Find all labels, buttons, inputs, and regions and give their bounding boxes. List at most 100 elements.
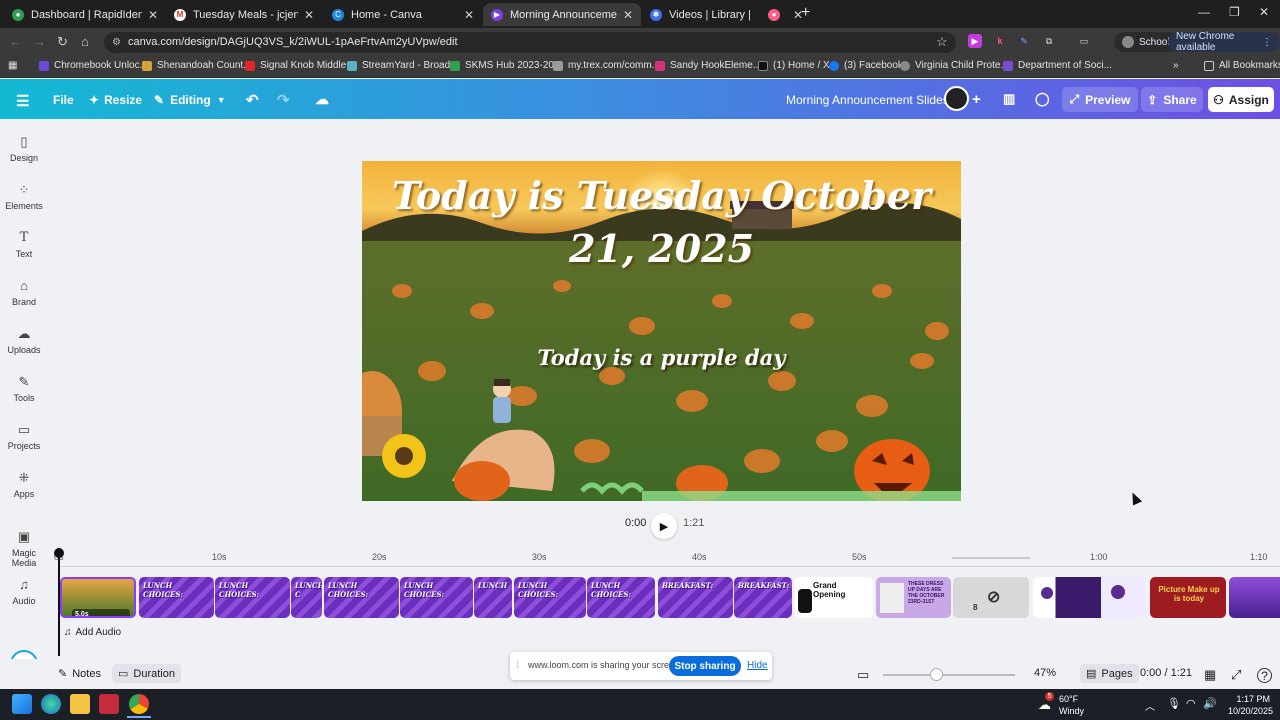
bookmark-item[interactable]: Shenandoah Count...: [142, 60, 252, 71]
volume-icon[interactable]: 🔊: [1203, 697, 1217, 710]
timeline-clip-9[interactable]: LUNCH CHOICES:: [587, 577, 655, 618]
side-item-audio[interactable]: ♫ Audio: [0, 578, 48, 607]
chrome-icon[interactable]: [129, 694, 149, 714]
close-tab-icon[interactable]: ✕: [464, 8, 474, 22]
resize-button[interactable]: ✦ Resize: [89, 93, 142, 107]
bookmark-item[interactable]: StreamYard - Broad...: [347, 60, 459, 71]
windows-start-icon[interactable]: [12, 694, 32, 714]
add-collaborator-icon[interactable]: +: [972, 91, 981, 108]
side-item-elements[interactable]: ⁘ Elements: [0, 183, 48, 212]
stop-sharing-button[interactable]: Stop sharing: [669, 656, 741, 676]
file-explorer-icon[interactable]: [70, 694, 90, 714]
home-icon[interactable]: ⌂: [81, 34, 89, 49]
menu-hamburger-icon[interactable]: ☰: [16, 92, 29, 110]
clock-time[interactable]: 1:17 PM: [1232, 694, 1270, 704]
bookmark-item[interactable]: Sandy HookEleme...: [655, 60, 761, 71]
timeline-clip-3[interactable]: LUNCH CHOICES:: [215, 577, 290, 618]
comments-icon[interactable]: ◯: [1035, 91, 1050, 107]
timeline-scroll-indicator[interactable]: [952, 557, 1030, 559]
tab-search-icon[interactable]: ▭: [1077, 34, 1091, 48]
maximize-icon[interactable]: ❐: [1229, 5, 1240, 19]
hide-banner-link[interactable]: Hide: [747, 660, 768, 671]
cloud-saved-icon[interactable]: ☁: [315, 91, 329, 108]
microphone-icon[interactable]: 🎙: [1167, 697, 1181, 710]
timeline-clip-12[interactable]: Grand Opening: [795, 577, 873, 618]
drag-handle-icon[interactable]: ⁞: [516, 660, 519, 671]
timeline-clip-11[interactable]: BREAKFAST:: [734, 577, 792, 618]
side-item-tools[interactable]: ✎ Tools: [0, 375, 48, 404]
slide-title[interactable]: Today is Tuesday October 21, 2025: [362, 169, 961, 275]
browser-tab-canva-home[interactable]: C Home - Canva ✕: [324, 3, 482, 26]
bookmark-item[interactable]: (1) Home / X: [758, 60, 830, 71]
notes-button[interactable]: ✎ Notes: [58, 667, 101, 681]
store-icon[interactable]: [99, 694, 119, 714]
avatar[interactable]: [944, 86, 969, 111]
close-tab-icon[interactable]: ✕: [623, 8, 633, 22]
fullscreen-icon[interactable]: ⤢: [1231, 667, 1241, 683]
edge-icon[interactable]: [41, 694, 61, 714]
zoom-slider[interactable]: [883, 674, 1015, 676]
side-item-brand[interactable]: ⌂ Brand: [0, 279, 48, 308]
editing-mode-dropdown[interactable]: ✎ Editing ▼: [154, 93, 226, 107]
reload-icon[interactable]: ↻: [57, 34, 68, 50]
side-item-text[interactable]: T Text: [0, 231, 48, 260]
timeline-clip-16[interactable]: Picture Make up is today: [1150, 577, 1226, 618]
preview-button[interactable]: ⤢ Preview: [1062, 87, 1138, 112]
bookmark-item[interactable]: Signal Knob Middle...: [245, 60, 355, 71]
browser-tab-loom[interactable]: ✱ Videos | Library | Loom: [642, 3, 760, 26]
bookmark-item[interactable]: (3) Facebook: [829, 60, 903, 71]
help-icon[interactable]: ?: [1257, 668, 1272, 683]
zoom-level[interactable]: 47%: [1034, 667, 1056, 679]
new-chrome-available-button[interactable]: New Chrome available ⋮: [1168, 31, 1280, 53]
new-tab-icon[interactable]: +: [801, 4, 810, 22]
site-info-icon[interactable]: ⚙: [112, 32, 121, 53]
clock-date[interactable]: 10/20/2025: [1228, 706, 1273, 716]
timeline-clip-14[interactable]: 8 ⊘: [953, 577, 1029, 618]
page-view-icon[interactable]: ▭: [857, 667, 869, 683]
slide-subtitle[interactable]: Today is a purple day: [362, 345, 961, 370]
file-menu[interactable]: File: [53, 93, 74, 107]
timeline-clip-17[interactable]: [1229, 577, 1280, 618]
extension-kami-icon[interactable]: k: [993, 34, 1007, 48]
kebab-menu-icon[interactable]: ⋮: [1262, 37, 1272, 48]
extension-loom-icon[interactable]: ▶: [968, 34, 982, 48]
side-item-design[interactable]: ▯ Design: [0, 135, 48, 164]
share-button[interactable]: ⇪ Share: [1141, 87, 1203, 112]
timeline-clip-13[interactable]: THESE DRESS UP DAYS ARE THE OCTOBER 23RD…: [876, 577, 951, 618]
side-item-apps[interactable]: ⁜ Apps: [0, 471, 48, 500]
apps-grid-icon[interactable]: ▦: [8, 60, 17, 71]
timeline-clip-4[interactable]: LUNCH C: [291, 577, 322, 618]
side-item-uploads[interactable]: ☁ Uploads: [0, 327, 48, 356]
timeline-clip-15[interactable]: [1033, 577, 1146, 618]
minimize-icon[interactable]: —: [1198, 5, 1210, 19]
browser-tab-recording[interactable]: ● ✕: [760, 3, 803, 26]
pages-button[interactable]: ▤ Pages: [1080, 664, 1139, 683]
slide-canvas[interactable]: Today is Tuesday October 21, 2025 Today …: [362, 161, 961, 501]
side-item-projects[interactable]: ▭ Projects: [0, 423, 48, 452]
close-window-icon[interactable]: ✕: [1259, 5, 1269, 19]
forward-icon[interactable]: →: [33, 34, 46, 49]
play-button[interactable]: ▶: [651, 513, 677, 539]
undo-icon[interactable]: ↶: [246, 91, 259, 109]
url-field[interactable]: ⚙ canva.com/design/DAGjUQ3VS_k/2iWUL-1pA…: [104, 32, 956, 53]
add-audio-button[interactable]: ♫ Add Audio: [64, 627, 121, 638]
grid-view-icon[interactable]: ▦: [1204, 667, 1216, 683]
zoom-slider-handle[interactable]: [930, 668, 943, 681]
insights-icon[interactable]: ▥: [1003, 91, 1015, 107]
bookmark-item[interactable]: Virginia Child Prote...: [900, 60, 1009, 71]
bookmark-item[interactable]: Department of Soci...: [1003, 60, 1112, 71]
timeline-clip-7[interactable]: LUNCH: [474, 577, 512, 618]
close-tab-icon[interactable]: ✕: [304, 8, 314, 22]
back-icon[interactable]: ←: [9, 34, 22, 49]
tray-chevron-icon[interactable]: ︿: [1145, 698, 1155, 713]
extensions-puzzle-icon[interactable]: ⧉: [1042, 34, 1056, 48]
duration-button[interactable]: ▭ Duration: [112, 664, 181, 683]
timeline-clip-10[interactable]: BREAKFAST:: [658, 577, 733, 618]
timeline-clip-8[interactable]: LUNCH CHOICES:: [514, 577, 586, 618]
bookmark-item[interactable]: my.trex.com/comm...: [553, 60, 660, 71]
timeline-clip-2[interactable]: LUNCH CHOICES:: [139, 577, 214, 618]
timeline-clip-1[interactable]: 5.0s: [60, 577, 136, 618]
timeline-clip-6[interactable]: LUNCH CHOICES:: [400, 577, 473, 618]
all-bookmarks-folder[interactable]: All Bookmarks: [1204, 60, 1280, 71]
browser-tab-gmail[interactable]: M Tuesday Meals - jcjenkins@she ✕: [166, 3, 322, 26]
